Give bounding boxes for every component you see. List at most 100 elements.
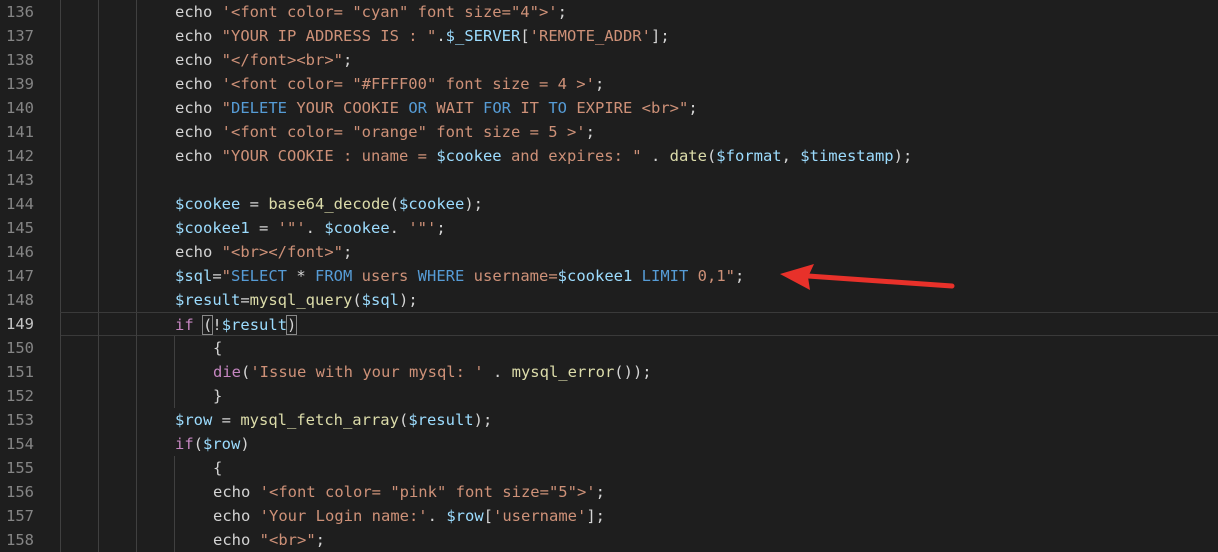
code-token: " <box>221 99 232 117</box>
code-text: echo "</font><br>"; <box>175 48 352 72</box>
code-line[interactable]: 145 $cookee1 = '"'. $cookee. '"'; <box>0 216 1218 240</box>
indent-guide <box>136 264 137 288</box>
indent-guide <box>136 144 137 168</box>
code-text: echo 'Your Login name:'. $row['username'… <box>213 504 605 528</box>
indent-guide <box>174 384 175 408</box>
code-token: { <box>213 339 223 357</box>
code-token: echo <box>175 75 222 93</box>
code-area: echo '<font color= "orange" font size = … <box>60 120 1218 144</box>
code-token: LIMIT <box>641 267 689 285</box>
code-text: $cookee1 = '"'. $cookee. '"'; <box>175 216 446 240</box>
indent-guide <box>98 313 99 337</box>
code-line[interactable]: 141 echo '<font color= "orange" font size… <box>0 120 1218 144</box>
code-area: echo '<font color= "#FFFF00" font size =… <box>60 72 1218 96</box>
indent-guide <box>98 144 99 168</box>
code-text: echo "<br></font>"; <box>175 240 352 264</box>
code-line[interactable]: 151 die('Issue with your mysql: ' . mysql… <box>0 360 1218 384</box>
code-token: echo <box>175 243 222 261</box>
indent-guide <box>60 216 61 240</box>
code-token: $row <box>175 411 213 429</box>
indent-guide <box>136 480 137 504</box>
code-token: = <box>249 219 278 237</box>
code-token: } <box>213 387 223 405</box>
line-number: 149 <box>6 315 34 333</box>
code-line[interactable]: 155 { <box>0 456 1218 480</box>
line-number: 154 <box>6 435 34 453</box>
code-line[interactable]: 140 echo "DELETE YOUR COOKIE OR WAIT FOR … <box>0 96 1218 120</box>
indent-guide <box>174 480 175 504</box>
code-token: 'Issue with your mysql: ' <box>250 363 484 381</box>
code-line[interactable]: 146 echo "<br></font>"; <box>0 240 1218 264</box>
indent-guide <box>60 144 61 168</box>
code-token: YOUR COOKIE <box>287 99 409 117</box>
code-area: $cookee = base64_decode($cookee); <box>60 192 1218 216</box>
indent-guide <box>98 504 99 528</box>
indent-guide <box>98 528 99 552</box>
code-token: and expires: " <box>501 147 642 165</box>
line-number: 142 <box>6 147 34 165</box>
code-line[interactable]: 139 echo '<font color= "#FFFF00" font siz… <box>0 72 1218 96</box>
indent-guide <box>174 336 175 360</box>
line-number: 156 <box>6 483 34 501</box>
code-token: [ <box>483 507 493 525</box>
code-line[interactable]: 156 echo '<font color= "pink" font size="… <box>0 480 1218 504</box>
indent-guide <box>136 0 137 24</box>
code-token: ); <box>464 195 483 213</box>
code-token: "YOUR COOKIE : uname = <box>221 147 437 165</box>
code-line[interactable]: 137 echo "YOUR IP ADDRESS IS : ".$_SERVER… <box>0 24 1218 48</box>
indent-guide <box>136 48 137 72</box>
code-token: $row <box>203 435 241 453</box>
code-line[interactable]: 157 echo 'Your Login name:'. $row['userna… <box>0 504 1218 528</box>
code-line[interactable]: 150 { <box>0 336 1218 360</box>
code-text: { <box>213 456 222 480</box>
indent-guide <box>60 192 61 216</box>
code-line[interactable]: 144 $cookee = base64_decode($cookee); <box>0 192 1218 216</box>
code-line[interactable]: 138 echo "</font><br>"; <box>0 48 1218 72</box>
code-line[interactable]: 149 if (!$result) <box>0 312 1218 337</box>
code-token: echo <box>175 3 222 21</box>
code-line[interactable]: 153 $row = mysql_fetch_array($result); <box>0 408 1218 432</box>
code-text: echo "DELETE YOUR COOKIE OR WAIT FOR IT … <box>175 96 698 120</box>
code-line[interactable]: 136 echo '<font color= "cyan" font size="… <box>0 0 1218 24</box>
code-line[interactable]: 147 $sql="SELECT * FROM users WHERE usern… <box>0 264 1218 288</box>
line-number: 146 <box>6 243 34 261</box>
code-area: die('Issue with your mysql: ' . mysql_er… <box>60 360 1218 384</box>
code-token: '"' <box>408 219 437 237</box>
code-token: . <box>483 363 512 381</box>
code-line[interactable]: 143 <box>0 168 1218 192</box>
code-token: '"' <box>277 219 306 237</box>
indent-guide <box>98 432 99 456</box>
code-line[interactable]: 158 echo "<br>"; <box>0 528 1218 552</box>
code-line[interactable]: 148 $result=mysql_query($sql); <box>0 288 1218 312</box>
code-editor[interactable]: 136 echo '<font color= "cyan" font size="… <box>0 0 1218 552</box>
code-token: ()); <box>614 363 652 381</box>
code-token: $cookee1 <box>175 219 250 237</box>
code-area: echo "YOUR COOKIE : uname = $cookee and … <box>60 144 1218 168</box>
indent-guide <box>136 240 137 264</box>
code-token: ; <box>436 219 446 237</box>
indent-guide <box>98 456 99 480</box>
code-token: '<font color= "#FFFF00" font size = 4 >' <box>221 75 595 93</box>
code-area: echo "DELETE YOUR COOKIE OR WAIT FOR IT … <box>60 96 1218 120</box>
code-area: echo '<font color= "pink" font size="5">… <box>60 480 1218 504</box>
code-text: $result=mysql_query($sql); <box>175 288 418 312</box>
indent-guide <box>60 120 61 144</box>
code-token: ( <box>389 195 399 213</box>
line-number: 148 <box>6 291 34 309</box>
code-token: = <box>240 195 269 213</box>
code-line[interactable]: 154 if($row) <box>0 432 1218 456</box>
code-line[interactable]: 142 echo "YOUR COOKIE : uname = $cookee a… <box>0 144 1218 168</box>
indent-guide <box>136 216 137 240</box>
code-token: ) <box>240 435 250 453</box>
line-number: 141 <box>6 123 34 141</box>
code-text: if (!$result) <box>175 313 298 337</box>
code-text: } <box>213 384 222 408</box>
code-token: ( <box>398 411 409 429</box>
indent-guide <box>98 96 99 120</box>
code-token: echo <box>175 51 222 69</box>
code-text: if($row) <box>175 432 250 456</box>
red-arrow-annotation-icon <box>780 264 955 290</box>
code-line[interactable]: 152} <box>0 384 1218 408</box>
